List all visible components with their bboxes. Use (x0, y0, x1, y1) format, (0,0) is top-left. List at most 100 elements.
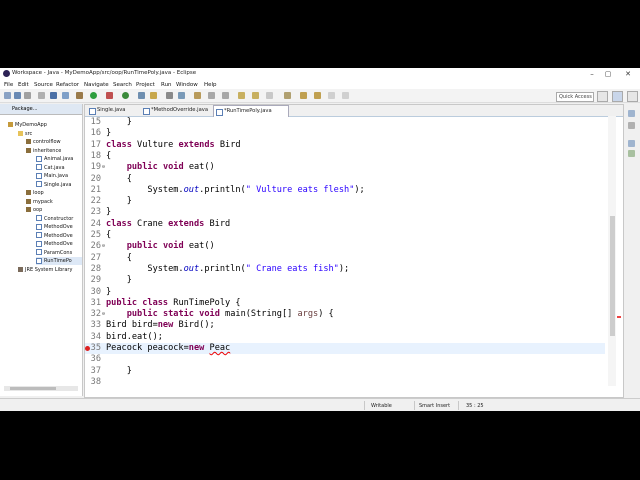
status-insert-mode: Smart Insert (419, 403, 451, 409)
line-number: 29 (90, 275, 101, 286)
line-number: 33 (90, 320, 101, 331)
code-line: 17 class Vulture extends Bird (85, 140, 605, 151)
status-divider (414, 401, 415, 410)
external-tools-icon[interactable] (122, 92, 129, 99)
tool-icon[interactable] (76, 92, 83, 99)
tree-item-controlflow[interactable]: controlflow (26, 138, 61, 146)
tree-item-constructor[interactable]: Constructor (36, 215, 82, 223)
line-text: { (106, 150, 112, 161)
tree-label: loop (33, 190, 44, 196)
toggle-mark-icon[interactable] (194, 92, 201, 99)
new-icon[interactable] (4, 92, 11, 99)
tree-label: mypack (33, 198, 53, 205)
debug-icon[interactable] (50, 92, 57, 99)
tab-runtimepoly-java[interactable]: *RunTimePoly.java (213, 105, 289, 117)
tree-item-animal[interactable]: Animal.java (36, 155, 73, 163)
forward-icon[interactable] (266, 92, 273, 99)
tree-item-jre[interactable]: JRE System Library (18, 266, 82, 274)
new-java-package-icon[interactable] (138, 92, 145, 99)
menu-source[interactable]: Source (34, 82, 53, 88)
tree-item-methodove-2[interactable]: MethodOve (36, 232, 82, 240)
last-edit-icon[interactable] (238, 92, 245, 99)
tree-item-single[interactable]: Single.java (36, 181, 71, 189)
save-all-icon[interactable] (24, 92, 31, 99)
line-number: 32 (90, 309, 101, 320)
new-java-class-icon[interactable] (150, 92, 157, 99)
editor-vertical-scrollbar[interactable] (608, 116, 616, 386)
restore-icon[interactable] (628, 110, 635, 117)
tree-item-oop[interactable]: oop (26, 206, 42, 214)
fold-icon[interactable]: ⊖ (102, 162, 105, 173)
tab-label: *MethodOverride.java (151, 107, 209, 113)
debug-perspective-icon[interactable] (627, 91, 638, 102)
navigate-menu-icon[interactable] (342, 92, 349, 99)
tree-item-main[interactable]: Main.java (36, 172, 68, 180)
tree-item-methodove-1[interactable]: MethodOve (36, 223, 82, 231)
line-number: 36 (90, 354, 101, 365)
navigate-back-icon[interactable] (300, 92, 307, 99)
line-number: 37 (90, 365, 101, 376)
close-button[interactable]: ✕ (620, 68, 636, 80)
package-explorer-tab[interactable]: Package... (0, 104, 82, 115)
line-text: System.out.println(" Vulture eats flesh"… (106, 184, 365, 195)
navigate-forward-icon[interactable] (314, 92, 321, 99)
tree-item-paramcons[interactable]: ParamCons (36, 249, 82, 257)
pin-icon[interactable] (284, 92, 291, 99)
run-icon[interactable] (90, 92, 97, 99)
tree-item-cat[interactable]: Cat.java (36, 164, 65, 172)
coverage-icon[interactable] (106, 92, 113, 99)
tree-item-src[interactable]: src (18, 130, 32, 138)
open-perspective-icon[interactable] (597, 91, 608, 102)
quick-access-input[interactable]: Quick Access (556, 92, 594, 102)
scrollbar-thumb[interactable] (610, 216, 615, 336)
java-perspective-icon[interactable] (612, 91, 623, 102)
print-icon[interactable] (38, 92, 45, 99)
outline-icon[interactable] (628, 140, 635, 147)
menu-edit[interactable]: Edit (18, 82, 29, 88)
menu-help[interactable]: Help (204, 82, 217, 88)
tab-single-java[interactable]: Single.java (87, 105, 149, 116)
menu-file[interactable]: File (4, 82, 13, 88)
tree-label: Animal.java (44, 156, 74, 162)
tree-item-methodove-3[interactable]: MethodOve (36, 240, 82, 248)
scrollbar-thumb[interactable] (10, 387, 56, 390)
build-icon[interactable] (62, 92, 69, 99)
java-file-icon (143, 108, 150, 115)
fold-icon[interactable]: ⊖ (102, 241, 105, 252)
code-line: 28 System.out.println(" Crane eats fish"… (85, 264, 605, 275)
explorer-horizontal-scrollbar[interactable] (4, 386, 78, 391)
fold-icon[interactable]: ⊖ (102, 309, 105, 320)
previous-annotation-icon[interactable] (222, 92, 229, 99)
menu-search[interactable]: Search (113, 82, 132, 88)
next-annotation-icon[interactable] (208, 92, 215, 99)
editor-tab-bar: Single.java *MethodOverride.java *RunTim… (85, 105, 623, 117)
menu-navigate[interactable]: Navigate (84, 82, 109, 88)
tree-item-loop[interactable]: loop (26, 189, 44, 197)
line-number: 18 (90, 150, 101, 161)
maximize-button[interactable]: ▢ (600, 68, 616, 80)
code-area[interactable]: 15 } 16} 17 class Vulture extends Bird 18… (85, 117, 605, 387)
tree-item-inheritence[interactable]: inheritence (26, 147, 61, 155)
menu-run[interactable]: Run (161, 82, 172, 88)
menu-refactor[interactable]: Refactor (56, 82, 79, 88)
minimize-button[interactable]: – (584, 68, 600, 80)
menu-project[interactable]: Project (136, 82, 155, 88)
menu-window[interactable]: Window (176, 82, 198, 88)
code-line: 32 ⊖ public static void main(String[] arg… (85, 309, 605, 320)
task-list-icon[interactable] (628, 122, 635, 129)
tree-item-mypack[interactable]: mypack (26, 198, 53, 206)
problems-icon[interactable] (628, 150, 635, 157)
tree-item-mydemoapp[interactable]: MyDemoApp (8, 121, 47, 129)
java-file-icon (36, 172, 42, 179)
tab-methodoverride-java[interactable]: *MethodOverride.java (141, 105, 221, 116)
save-icon[interactable] (14, 92, 21, 99)
navigate-next-icon[interactable] (328, 92, 335, 99)
overview-error-marker[interactable] (617, 316, 621, 318)
tree-item-runtimepoly[interactable]: RunTimePo (36, 257, 82, 265)
library-icon (18, 266, 23, 272)
tree-label: Constructor (44, 215, 74, 222)
open-type-icon[interactable] (166, 92, 173, 99)
line-number: 24 (90, 218, 101, 229)
back-icon[interactable] (252, 92, 259, 99)
search-icon[interactable] (178, 92, 185, 99)
